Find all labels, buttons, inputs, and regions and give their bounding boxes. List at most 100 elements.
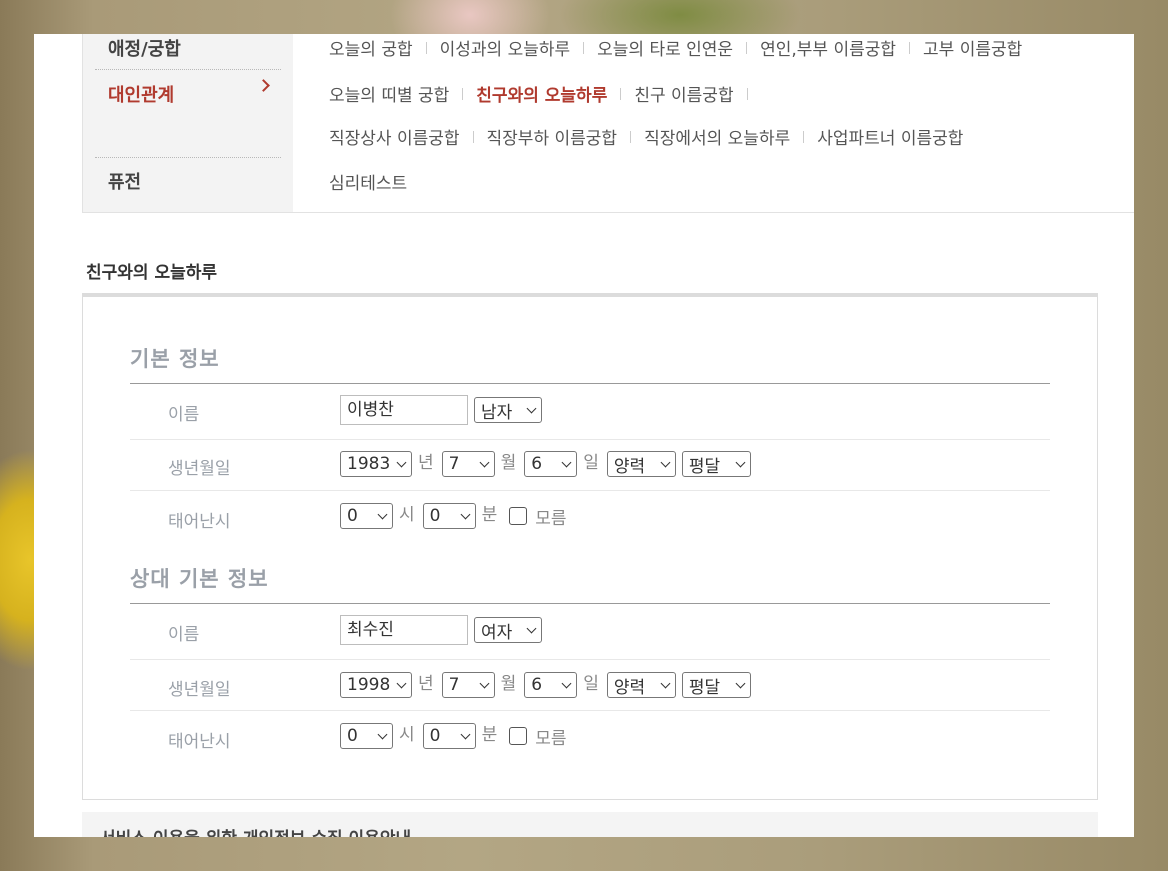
minute-unit: 분	[481, 724, 498, 745]
gender-select[interactable]: 남자	[474, 397, 542, 423]
submenu-zodiac-match[interactable]: 오늘의 띠별 궁합	[329, 81, 449, 106]
day-select[interactable]: 6	[524, 451, 578, 477]
content-frame: 애정/궁합 대인관계 퓨전 오늘의 궁합 이성과의 오늘하루 오늘의 타로 인연…	[34, 34, 1134, 837]
chevron-down-icon	[660, 457, 671, 467]
submenu-subordinate-name-match[interactable]: 직장부하 이름궁합	[487, 124, 618, 149]
submenu-opposite-sex-today[interactable]: 이성과의 오늘하루	[440, 35, 571, 60]
category-menu: 애정/궁합 대인관계 퓨전 오늘의 궁합 이성과의 오늘하루 오늘의 타로 인연…	[82, 34, 1134, 213]
partner-leap-select[interactable]: 평달	[681, 672, 751, 698]
category-love[interactable]: 애정/궁합	[108, 35, 181, 61]
name-row: 이병찬 남자	[340, 395, 548, 425]
partner-leap-value: 평달	[688, 677, 721, 698]
separator	[620, 87, 622, 100]
chevron-down-icon	[460, 509, 471, 519]
partner-unknown-time-label: 모름	[535, 728, 567, 749]
partner-minute-value: 0	[429, 726, 441, 746]
submenu-friend-today[interactable]: 친구와의 오늘하루	[476, 81, 607, 106]
chevron-down-icon	[396, 457, 407, 467]
partner-unknown-time-checkbox[interactable]	[509, 727, 528, 745]
partner-gender-select[interactable]: 여자	[474, 617, 542, 643]
privacy-notice-title: 서비스 이용을 위한 개인정보 수집 이용안내	[100, 824, 411, 837]
divider	[130, 490, 1050, 491]
partner-calendar-select[interactable]: 양력	[606, 672, 676, 698]
separator	[746, 87, 748, 100]
submenu-work-today[interactable]: 직장에서의 오늘하루	[644, 124, 790, 149]
gender-value: 남자	[481, 402, 513, 423]
partner-year-select[interactable]: 1998	[340, 672, 412, 698]
partner-hour-select[interactable]: 0	[340, 723, 393, 749]
partner-gender-value: 여자	[481, 622, 513, 643]
hour-unit: 시	[399, 724, 415, 745]
chevron-down-icon	[526, 403, 537, 413]
partner-birth-label: 생년월일	[168, 680, 231, 700]
submenu-friend-name-match[interactable]: 친구 이름궁합	[634, 81, 733, 106]
submenu-psych-test[interactable]: 심리테스트	[329, 169, 407, 194]
partner-name-row: 최수진 여자	[340, 615, 548, 645]
hour-select[interactable]: 0	[340, 503, 393, 529]
chevron-right-icon	[257, 79, 270, 92]
divider	[130, 439, 1050, 440]
unknown-time-checkbox[interactable]	[509, 507, 528, 525]
privacy-notice: 서비스 이용을 위한 개인정보 수집 이용안내	[82, 812, 1098, 837]
submenu-couple-name-match[interactable]: 연인,부부 이름궁합	[760, 35, 896, 60]
partner-name-input[interactable]: 최수진	[340, 615, 468, 645]
minute-select[interactable]: 0	[422, 503, 476, 529]
divider	[95, 69, 281, 70]
name-label: 이름	[168, 405, 200, 425]
chevron-down-icon	[377, 509, 388, 519]
page-title: 친구와의 오늘하루	[86, 263, 218, 283]
chevron-down-icon	[561, 678, 572, 688]
basic-info-title: 기본 정보	[130, 347, 220, 371]
separator	[630, 130, 632, 143]
submenu-inlaw-name-match[interactable]: 고부 이름궁합	[923, 35, 1022, 60]
minute-unit: 분	[481, 504, 498, 525]
category-fusion[interactable]: 퓨전	[108, 168, 141, 194]
chevron-down-icon	[479, 457, 490, 467]
minute-value: 0	[429, 506, 441, 526]
submenu-boss-name-match[interactable]: 직장상사 이름궁합	[329, 124, 460, 149]
submenu-partner-name-match[interactable]: 사업파트너 이름궁합	[817, 124, 963, 149]
partner-minute-select[interactable]: 0	[422, 723, 476, 749]
divider	[130, 383, 1050, 384]
separator	[462, 87, 464, 100]
separator	[425, 41, 427, 54]
partner-birth-time-label: 태어난시	[168, 732, 231, 752]
month-select[interactable]: 7	[441, 451, 495, 477]
partner-birth-row: 1998 년 7 월 6 일 양력 평달	[340, 672, 757, 698]
separator	[803, 130, 805, 143]
separator	[583, 41, 585, 54]
divider	[130, 603, 1050, 604]
submenu-row: 직장상사 이름궁합 직장부하 이름궁합 직장에서의 오늘하루 사업파트너 이름궁…	[329, 124, 963, 149]
partner-month-value: 7	[448, 675, 460, 695]
submenu-today-match[interactable]: 오늘의 궁합	[329, 35, 413, 60]
hour-unit: 시	[399, 504, 415, 525]
submenu-tarot-luck[interactable]: 오늘의 타로 인연운	[597, 35, 733, 60]
birth-time-row: 0 시 0 분 모름	[340, 503, 567, 529]
submenu-row: 심리테스트	[329, 169, 407, 194]
partner-info-title: 상대 기본 정보	[130, 567, 269, 591]
partner-month-select[interactable]: 7	[441, 672, 495, 698]
birth-label: 생년월일	[168, 459, 231, 479]
leap-select[interactable]: 평달	[681, 451, 751, 477]
partner-day-value: 6	[531, 675, 543, 695]
name-input[interactable]: 이병찬	[340, 395, 468, 425]
year-select[interactable]: 1983	[340, 451, 412, 477]
submenu-row: 오늘의 궁합 이성과의 오늘하루 오늘의 타로 인연운 연인,부부 이름궁합 고…	[329, 35, 1022, 60]
month-unit: 월	[500, 452, 517, 473]
category-relations[interactable]: 대인관계	[108, 81, 174, 107]
chevron-down-icon	[460, 729, 471, 739]
month-unit: 월	[500, 673, 517, 694]
separator	[472, 130, 474, 143]
divider	[130, 710, 1050, 711]
chevron-down-icon	[396, 678, 407, 688]
partner-day-select[interactable]: 6	[524, 672, 578, 698]
chevron-down-icon	[735, 678, 746, 688]
calendar-select[interactable]: 양력	[606, 451, 676, 477]
partner-calendar-value: 양력	[613, 677, 646, 698]
separator	[909, 41, 911, 54]
chevron-down-icon	[479, 678, 490, 688]
day-unit: 일	[583, 673, 599, 694]
chevron-down-icon	[561, 457, 572, 467]
chevron-down-icon	[660, 678, 671, 688]
year-unit: 년	[418, 452, 434, 473]
